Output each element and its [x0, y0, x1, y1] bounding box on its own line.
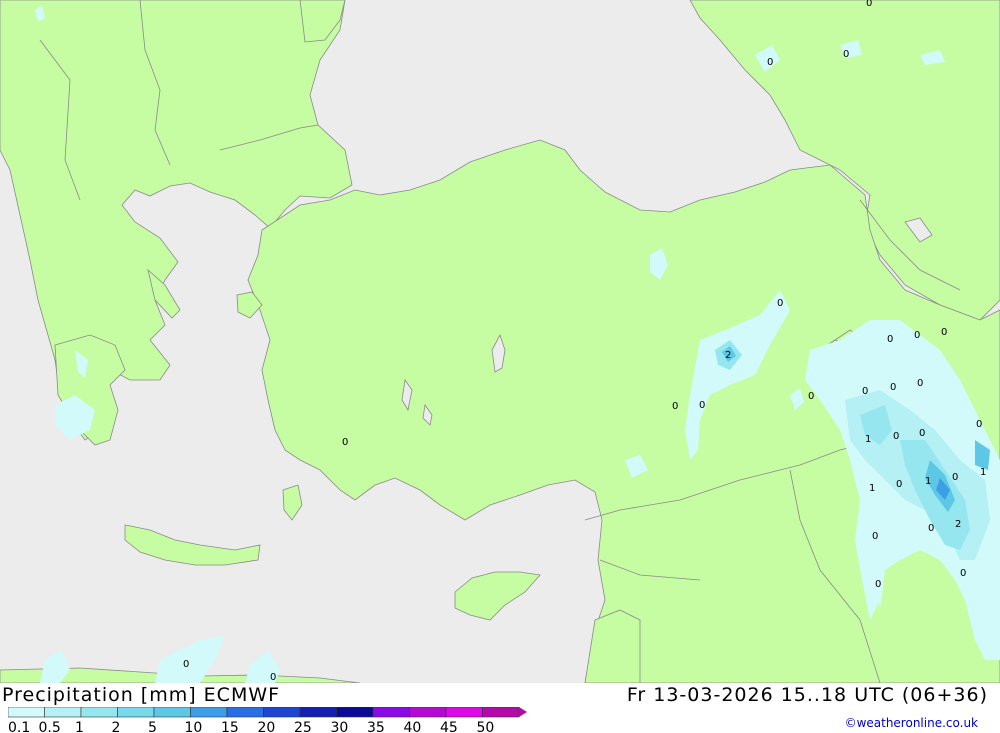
legend-swatch — [336, 707, 374, 718]
legend-swatch — [299, 707, 337, 718]
legend-swatches — [8, 707, 527, 718]
map-value-label: 0 — [917, 378, 923, 389]
legend-swatch — [190, 707, 228, 718]
precipitation-map: 0 0 0 0 2 0 0 0 0 0 0 0 0 0 1 0 0 1 0 1 … — [0, 0, 1000, 683]
map-value-label: 0 — [914, 330, 920, 341]
map-value-label: 0 — [777, 298, 783, 309]
legend-label: 20 — [258, 720, 276, 733]
map-value-label: 0 — [952, 472, 958, 483]
map-value-label: 0 — [699, 400, 705, 411]
footer-bar: Precipitation [mm] ECMWF Fr 13-03-2026 1… — [0, 683, 1000, 733]
legend-swatch — [372, 707, 410, 718]
map-value-label: 1 — [925, 476, 931, 487]
map-value-label: 0 — [808, 391, 814, 402]
legend-label: 35 — [367, 720, 385, 733]
map-value-label: 1 — [865, 434, 871, 445]
legend-arrow — [519, 707, 527, 717]
map-value-label: 0 — [941, 327, 947, 338]
legend-swatch — [409, 707, 447, 718]
legend-labels: 0.1 0.5 1 2 5 10 15 20 25 30 35 40 45 50 — [8, 720, 494, 733]
credit-link[interactable]: ©weatheronline.co.uk — [845, 716, 978, 730]
legend-label: 2 — [112, 720, 121, 733]
map-value-label: 0 — [767, 57, 773, 68]
map-value-label: 2 — [725, 350, 731, 361]
map-value-label: 0 — [183, 659, 189, 670]
legend-swatch — [80, 707, 118, 718]
map-value-label: 2 — [955, 519, 961, 530]
map-value-label: 0 — [976, 419, 982, 430]
legend-label: 0.5 — [39, 720, 61, 733]
map-value-label: 0 — [896, 479, 902, 490]
legend-swatch — [44, 707, 82, 718]
legend-label: 50 — [477, 720, 495, 733]
legend-swatch — [153, 707, 191, 718]
map-value-label: 0 — [893, 431, 899, 442]
map-value-label: 0 — [960, 568, 966, 579]
legend-swatch — [263, 707, 301, 718]
map-value-label: 0 — [672, 401, 678, 412]
map-value-label: 0 — [919, 428, 925, 439]
legend-label: 1 — [75, 720, 84, 733]
map-value-label: 0 — [875, 579, 881, 590]
legend-swatch — [445, 707, 483, 718]
legend-swatch — [8, 707, 45, 718]
map-value-label: 0 — [866, 0, 872, 9]
map-value-label: 0 — [843, 49, 849, 60]
map-value-label: 0 — [342, 437, 348, 448]
legend-swatch — [482, 707, 520, 718]
map-value-label: 0 — [270, 672, 276, 683]
map-title: Precipitation [mm] ECMWF — [2, 684, 281, 706]
color-legend: 0.1 0.5 1 2 5 10 15 20 25 30 35 40 45 50 — [8, 707, 527, 733]
legend-label: 40 — [404, 720, 422, 733]
legend-label: 30 — [331, 720, 349, 733]
legend-label: 0.1 — [8, 720, 30, 733]
legend-label: 15 — [221, 720, 239, 733]
map-value-label: 0 — [890, 382, 896, 393]
legend-swatch — [226, 707, 264, 718]
map-value-label: 0 — [862, 386, 868, 397]
legend-label: 10 — [185, 720, 203, 733]
legend-label: 45 — [440, 720, 458, 733]
map-value-label: 0 — [887, 334, 893, 345]
map-value-label: 0 — [872, 531, 878, 542]
legend-label: 5 — [148, 720, 157, 733]
legend-label: 25 — [294, 720, 312, 733]
map-value-label: 0 — [928, 523, 934, 534]
map-value-label: 1 — [869, 483, 875, 494]
legend-swatch — [117, 707, 155, 718]
map-value-label: 1 — [980, 467, 986, 478]
forecast-datetime: Fr 13-03-2026 15..18 UTC (06+36) — [626, 684, 988, 706]
